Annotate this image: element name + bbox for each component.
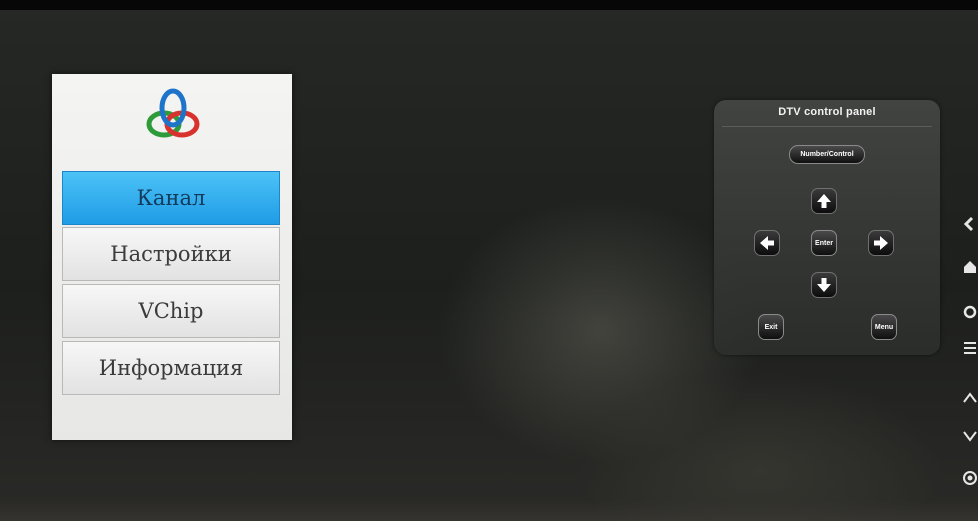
top-bezel — [0, 0, 978, 10]
down-arrow-icon — [817, 278, 831, 292]
bottom-reflection-strip — [0, 501, 978, 521]
list-icon[interactable] — [962, 340, 978, 356]
dtv-control-panel: DTV control panel Number/Control Enter E… — [714, 100, 940, 355]
menu-item-vchip-label: VChip — [138, 299, 204, 323]
dtv-title-divider — [722, 126, 932, 127]
up-arrow-icon — [817, 194, 831, 208]
menu-label: Menu — [874, 323, 894, 331]
menu-item-channel-label: Канал — [136, 186, 206, 210]
menu-item-settings[interactable]: Настройки — [62, 227, 280, 281]
number-control-label: Number/Control — [800, 151, 854, 158]
back-icon[interactable] — [962, 216, 978, 232]
exit-button[interactable]: Exit — [758, 314, 784, 340]
menu-item-settings-label: Настройки — [110, 242, 232, 266]
number-control-button[interactable]: Number/Control — [789, 145, 865, 164]
volume-up-icon[interactable] — [962, 390, 978, 406]
volume-down-icon[interactable] — [962, 428, 978, 444]
refresh-icon[interactable] — [962, 304, 978, 320]
main-menu-panel: Канал Настройки VChip Информация — [52, 74, 292, 440]
dtv-panel-title: DTV control panel — [778, 106, 876, 118]
home-icon[interactable] — [962, 258, 978, 274]
up-arrow-button[interactable] — [811, 188, 837, 214]
right-arrow-icon — [874, 236, 888, 250]
exit-label: Exit — [764, 323, 778, 331]
tri-ring-logo — [146, 88, 200, 138]
enter-label: Enter — [815, 239, 833, 247]
menu-item-information[interactable]: Информация — [62, 341, 280, 395]
right-edge-toolbar — [958, 200, 978, 515]
menu-item-channel[interactable]: Канал — [62, 171, 280, 225]
down-arrow-button[interactable] — [811, 272, 837, 298]
right-arrow-button[interactable] — [868, 230, 894, 256]
left-arrow-button[interactable] — [754, 230, 780, 256]
menu-item-vchip[interactable]: VChip — [62, 284, 280, 338]
tv-screen: Канал Настройки VChip Информация DTV con… — [0, 0, 978, 521]
power-icon[interactable] — [962, 470, 978, 486]
menu-item-information-label: Информация — [98, 356, 244, 380]
left-arrow-icon — [760, 236, 774, 250]
menu-button[interactable]: Menu — [871, 314, 897, 340]
enter-button[interactable]: Enter — [811, 230, 837, 256]
